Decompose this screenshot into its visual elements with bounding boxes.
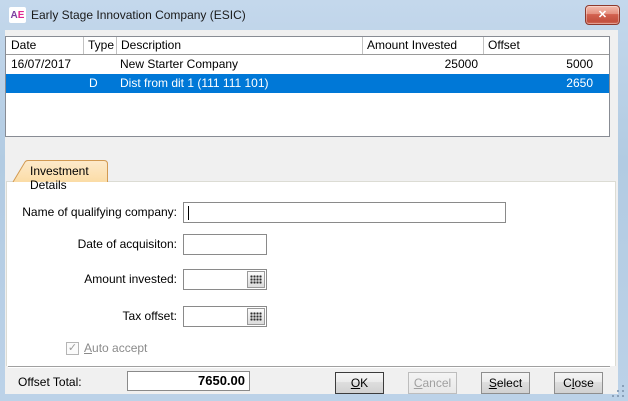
app-icon-letter-a: A <box>11 10 18 21</box>
dialog-content: Date Type Description Amount Invested Of… <box>5 30 618 394</box>
amount-invested-input[interactable] <box>183 269 267 290</box>
tab-investment-details[interactable]: Investment Details <box>12 160 109 182</box>
cell-type <box>83 55 116 74</box>
column-header-type[interactable]: Type <box>83 37 116 54</box>
tax-offset-label: Tax offset: <box>5 309 177 323</box>
esic-dialog: AE Early Stage Innovation Company (ESIC)… <box>0 0 628 401</box>
investments-list: Date Type Description Amount Invested Of… <box>5 36 610 137</box>
auto-accept-checkbox: ✓ <box>66 342 79 355</box>
cell-amount: 25000 <box>362 55 483 74</box>
table-row-selected[interactable]: D Dist from dit 1 (111 111 101) 2650 <box>6 74 609 93</box>
amount-invested-calculator-button[interactable] <box>247 271 265 288</box>
list-header: Date Type Description Amount Invested Of… <box>6 37 609 55</box>
tax-offset-calculator-button[interactable] <box>247 308 265 325</box>
column-header-offset[interactable]: Offset <box>483 37 609 54</box>
cell-offset: 2650 <box>483 74 609 93</box>
window-title: Early Stage Innovation Company (ESIC) <box>31 8 246 22</box>
table-row[interactable]: 16/07/2017 New Starter Company 25000 500… <box>6 55 609 74</box>
column-header-date[interactable]: Date <box>6 37 83 54</box>
auto-accept-row: ✓ Auto accept <box>66 341 147 355</box>
cell-offset: 5000 <box>483 55 609 74</box>
name-of-qualifying-company-input[interactable] <box>183 202 506 223</box>
app-icon-letter-e: E <box>18 10 25 21</box>
close-window-button[interactable]: ✕ <box>585 5 620 25</box>
date-of-acquisition-label: Date of acquisiton: <box>5 237 177 251</box>
ok-button[interactable]: OK <box>335 372 384 394</box>
close-icon: ✕ <box>598 9 607 21</box>
app-icon: AE <box>9 7 26 23</box>
tax-offset-input[interactable] <box>183 306 267 327</box>
title-bar[interactable]: AE Early Stage Innovation Company (ESIC)… <box>0 0 628 30</box>
cell-description: Dist from dit 1 (111 111 101) <box>116 74 362 93</box>
amount-invested-label: Amount invested: <box>5 272 177 286</box>
cell-date: 16/07/2017 <box>6 55 83 74</box>
close-button[interactable]: Close <box>554 372 603 394</box>
tab-label: Investment Details <box>30 164 109 192</box>
column-header-description[interactable]: Description <box>116 37 362 54</box>
column-header-amount-invested[interactable]: Amount Invested <box>362 37 483 54</box>
name-of-qualifying-company-label: Name of qualifying company: <box>5 205 177 219</box>
cell-description: New Starter Company <box>116 55 362 74</box>
select-button[interactable]: Select <box>481 372 530 394</box>
checkmark-icon: ✓ <box>68 342 77 354</box>
calculator-icon <box>250 312 262 321</box>
offset-total-value: 7650.00 <box>127 371 250 391</box>
text-caret <box>188 206 189 220</box>
cancel-button: Cancel <box>408 372 457 394</box>
date-of-acquisition-input[interactable] <box>183 234 267 255</box>
separator-line <box>8 366 610 368</box>
offset-total-label: Offset Total: <box>18 375 82 389</box>
calculator-icon <box>250 275 262 284</box>
auto-accept-label: Auto accept <box>84 341 147 355</box>
cell-type: D <box>83 74 116 93</box>
resize-grip[interactable] <box>611 384 625 398</box>
cell-amount <box>362 74 483 93</box>
cell-date <box>6 74 83 93</box>
